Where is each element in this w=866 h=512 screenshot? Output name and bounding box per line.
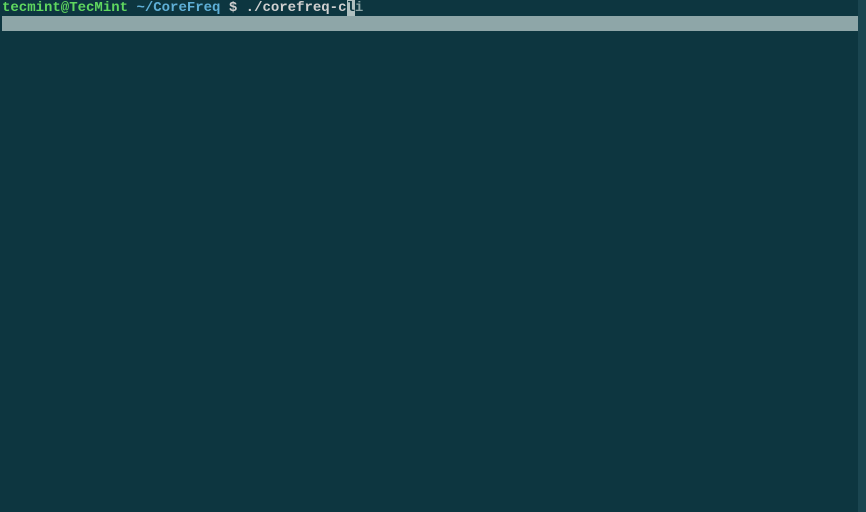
typed-command: ./corefreq-c [246,0,347,16]
completion-suffix: i [355,0,363,16]
current-path: ~/CoreFreq [136,0,220,16]
scrollbar-gutter[interactable] [858,0,866,512]
prompt-line: tecmint@TecMint ~/CoreFreq $ ./corefreq-… [0,0,866,16]
space2 [220,0,228,16]
selection-highlight [2,16,858,31]
user-host: tecmint@TecMint [2,0,128,16]
prompt-symbol: $ [229,0,237,16]
space3 [237,0,245,16]
space1 [128,0,136,16]
terminal-window[interactable]: tecmint@TecMint ~/CoreFreq $ ./corefreq-… [0,0,866,512]
cursor-completion-char: l [347,0,355,16]
